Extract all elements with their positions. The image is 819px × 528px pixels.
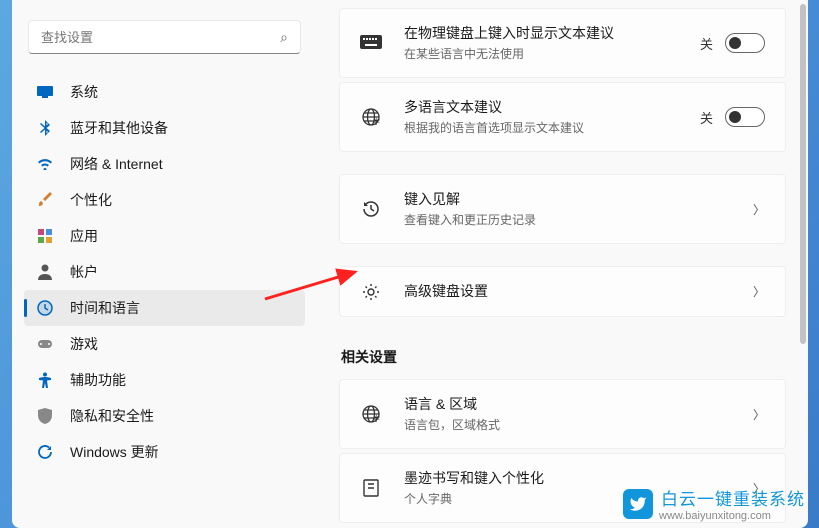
setting-card-3[interactable]: 高级键盘设置 〉 [339,266,786,317]
sidebar-item-label: 时间和语言 [70,298,140,318]
dict-icon [360,478,382,498]
sidebar-item-label: 蓝牙和其他设备 [70,118,168,138]
clock-icon [36,299,54,317]
sidebar-item-label: 系统 [70,82,98,102]
user-icon [36,263,54,281]
sidebar: ⌕ 系统蓝牙和其他设备网络 & Internet 个性化应用帐户时间和语言游戏辅助… [12,0,317,528]
card-title: 在物理键盘上键入时显示文本建议 [404,23,678,44]
svg-text:字: 字 [373,414,380,423]
setting-card-0[interactable]: 在物理键盘上键入时显示文本建议在某些语言中无法使用 关 [339,8,786,78]
card-desc: 查看键入和更正历史记录 [404,211,731,229]
brush-icon [36,191,54,209]
card-title: 键入见解 [404,189,731,210]
svg-text:字: 字 [373,117,380,126]
watermark-text: 白云一键重装系统 [661,485,805,510]
setting-card-1[interactable]: 字 多语言文本建议根据我的语言首选项显示文本建议 关 [339,82,786,152]
card-desc: 语言包，区域格式 [404,416,731,434]
content: 在物理键盘上键入时显示文本建议在某些语言中无法使用关字多语言文本建议根据我的语言… [317,0,808,528]
history-icon [360,199,382,219]
search-icon: ⌕ [280,29,288,46]
toggle-switch[interactable] [725,33,765,53]
sidebar-item-label: 帐户 [70,262,98,282]
watermark-logo-icon [623,489,653,519]
bluetooth-icon [36,119,54,137]
chevron-right-icon: 〉 [753,406,765,423]
gear-icon [360,282,382,302]
sidebar-item-label: 游戏 [70,334,98,354]
chevron-right-icon: 〉 [753,201,765,218]
sidebar-item-5[interactable]: 帐户 [24,254,305,290]
apps-icon [36,227,54,245]
related-card-0[interactable]: 字 语言 & 区域语言包，区域格式 〉 [339,379,786,449]
card-title: 多语言文本建议 [404,97,678,118]
scrollbar[interactable] [800,4,806,344]
sidebar-item-label: 辅助功能 [70,370,126,390]
sidebar-item-label: 网络 & Internet [70,154,163,174]
multilang-icon: 字 [360,107,382,127]
watermark: 白云一键重装系统 www.baiyunxitong.com [623,485,805,522]
update-icon [36,443,54,461]
sidebar-item-1[interactable]: 蓝牙和其他设备 [24,110,305,146]
sidebar-item-9[interactable]: 隐私和安全性 [24,398,305,434]
card-desc: 根据我的语言首选项显示文本建议 [404,119,678,137]
setting-card-2[interactable]: 键入见解查看键入和更正历史记录 〉 [339,174,786,244]
toggle-switch[interactable] [725,107,765,127]
sidebar-item-label: 个性化 [70,190,112,210]
sidebar-item-6[interactable]: 时间和语言 [24,290,305,326]
sidebar-item-7[interactable]: 游戏 [24,326,305,362]
sidebar-item-3[interactable]: 个性化 [24,182,305,218]
shield-icon [36,407,54,425]
system-icon [36,83,54,101]
sidebar-item-10[interactable]: Windows 更新 [24,434,305,470]
toggle-state: 关 [700,34,713,53]
toggle-state: 关 [700,108,713,127]
card-title: 高级键盘设置 [404,281,731,302]
keyboard-icon [360,35,382,51]
sidebar-item-8[interactable]: 辅助功能 [24,362,305,398]
search-input[interactable]: ⌕ [28,20,301,54]
sidebar-item-2[interactable]: 网络 & Internet [24,146,305,182]
card-title: 语言 & 区域 [404,394,731,415]
chevron-right-icon: 〉 [753,283,765,300]
section-title: 相关设置 [341,347,786,367]
sidebar-item-0[interactable]: 系统 [24,74,305,110]
sidebar-item-label: 应用 [70,226,98,246]
sidebar-item-4[interactable]: 应用 [24,218,305,254]
access-icon [36,371,54,389]
sidebar-item-label: Windows 更新 [70,442,159,462]
search-field[interactable] [41,30,280,45]
gamepad-icon [36,335,54,353]
wifi-icon [36,155,54,173]
multilang-icon: 字 [360,404,382,424]
watermark-url: www.baiyunxitong.com [659,510,805,522]
card-desc: 在某些语言中无法使用 [404,45,678,63]
sidebar-item-label: 隐私和安全性 [70,406,154,426]
